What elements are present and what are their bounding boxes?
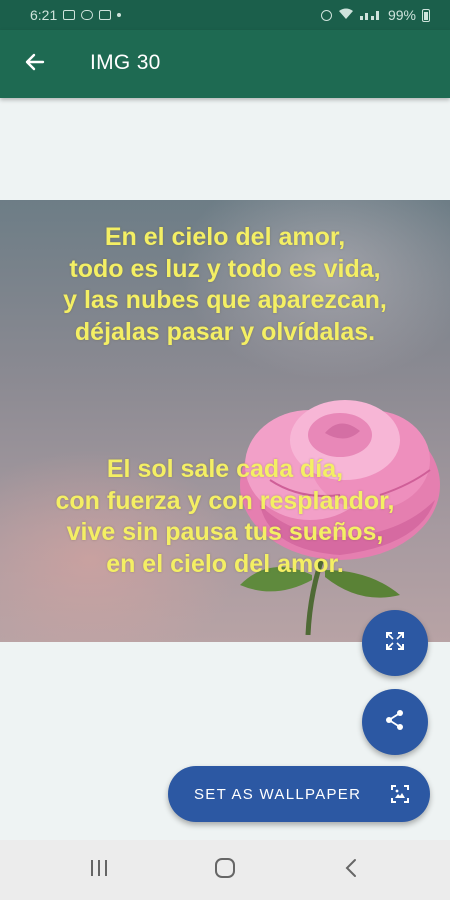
quote-line: En el cielo del amor, [104,223,346,251]
wifi-icon [338,7,354,23]
share-icon [384,709,406,736]
quote-line: y las nubes que aparezcan, [63,286,387,314]
set-as-wallpaper-label: SET AS WALLPAPER [194,785,362,803]
fullscreen-button[interactable] [362,610,428,676]
quote-line: en el cielo del amor. [106,549,344,578]
quote-line: todo es luz y todo es vida, [69,254,381,283]
battery-percent: 99% [387,7,416,23]
home-button[interactable] [205,854,245,886]
gallery-notification-icon [63,10,76,20]
quote-line: con fuerza y con resplandor, [55,486,395,515]
signal-icon [359,7,382,23]
battery-icon [422,8,430,22]
status-bar: 6:21 99% [0,0,450,30]
back-button[interactable] [14,44,54,84]
quote-line: déjalas pasar y olvídalas. [74,317,376,346]
app-bar: IMG 30 [0,30,450,98]
arrow-back-icon [23,51,45,78]
nav-back-button[interactable] [331,854,371,886]
share-button[interactable] [362,689,428,755]
cloud-notification-icon [81,10,94,20]
mail-notification-icon [99,10,112,20]
recents-button[interactable] [79,854,119,886]
quote-verse-2: El sol sale cada día, con fuerza y con r… [0,454,450,580]
set-as-wallpaper-button[interactable]: SET AS WALLPAPER [168,766,430,822]
system-nav-bar [0,840,450,900]
fullscreen-icon [384,630,406,657]
home-icon [214,857,236,884]
quote-image[interactable]: En el cielo del amor, todo es luz y todo… [0,200,450,642]
alarm-icon [320,9,332,21]
status-time: 6:21 [30,7,58,23]
quote-line: vive sin pausa tus sueños, [66,518,384,546]
recents-icon [89,859,109,882]
quote-line: El sol sale cada día, [106,455,344,483]
quote-verse-1: En el cielo del amor, todo es luz y todo… [0,222,450,348]
nav-back-icon [344,858,358,883]
more-notifications-icon [117,13,122,17]
page-title: IMG 30 [90,51,161,74]
wallpaper-icon [390,784,410,809]
